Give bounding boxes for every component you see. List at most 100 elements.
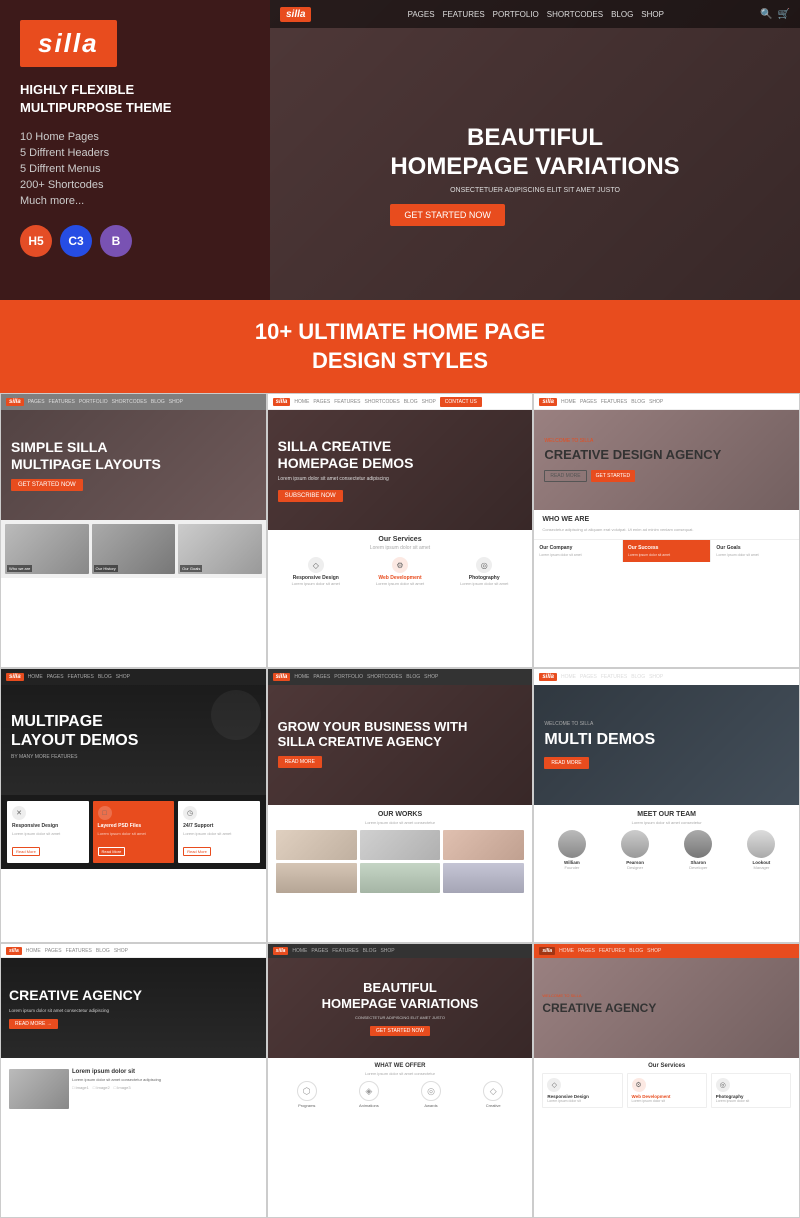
nav-link-shop[interactable]: SHOP <box>641 10 664 19</box>
red-banner: 10+ ULTIMATE HOME PAGE DESIGN STYLES <box>0 300 800 393</box>
card2-cta[interactable]: SUBSCRIBE NOW <box>278 490 343 502</box>
card4-card-btn-2[interactable]: Read More <box>98 847 126 856</box>
card3-bottom-company: Our Company Lorem ipsum dolor sit amet <box>534 540 623 562</box>
service-icon-2: ⚙ <box>392 557 408 573</box>
search-icon[interactable]: 🔍 <box>760 9 772 20</box>
demo-card-9[interactable]: silla HOME PAGES FEATURES BLOG SHOP WELC… <box>533 943 800 1218</box>
card9-welcome: WELCOME TO SILLA <box>542 993 791 998</box>
card3-title: CREATIVE DESIGN AGENCY <box>544 447 789 463</box>
card6-cta[interactable]: READ MORE <box>544 757 588 769</box>
banner-text: 10+ ULTIMATE HOME PAGE DESIGN STYLES <box>0 318 800 375</box>
card5-cta[interactable]: READ MORE <box>278 756 322 768</box>
card4-nav-links: HOME PAGES FEATURES BLOG SHOP <box>28 674 130 680</box>
feature-item: 200+ Shortcodes <box>20 177 250 193</box>
card4-card-2: □ Layered PSD Files Lorem ipsum dolor si… <box>93 801 175 863</box>
card9-service-3: ◎ Photography Lorem ipsum dolor sit <box>711 1073 791 1108</box>
card1-thumb-1: Who we are <box>5 524 89 574</box>
card3-start-btn[interactable]: GET STARTED <box>591 470 635 482</box>
team-role-1: Founder <box>542 865 601 870</box>
card7-nav: silla HOME PAGES FEATURES BLOG SHOP <box>1 944 266 958</box>
card7-cta[interactable]: READ MORE → <box>9 1019 58 1029</box>
demo-card-6[interactable]: silla HOME PAGES FEATURES BLOG SHOP WELC… <box>533 668 800 943</box>
card4-card-title-1: Responsive Design <box>12 823 84 829</box>
service-item-1: ◇ Responsive Design Lorem ipsum dolor si… <box>276 557 356 586</box>
offer-icon-label-4: Creative <box>483 1103 503 1108</box>
card8-offer: WHAT WE OFFER Lorem ipsum dolor sit amet… <box>268 1058 533 1113</box>
card1-logo: silla <box>6 398 24 406</box>
demo-card-4[interactable]: silla HOME PAGES FEATURES BLOG SHOP MULT… <box>0 668 267 943</box>
nav-link-features[interactable]: FEATURES <box>443 10 485 19</box>
card7-title: CREATIVE AGENCY <box>9 987 258 1004</box>
card3-nav: silla HOME PAGES FEATURES BLOG SHOP <box>534 394 799 410</box>
demos-grid-row2: silla HOME PAGES FEATURES BLOG SHOP MULT… <box>0 668 800 943</box>
card3-bottom-goals-desc: Lorem ipsum dolor sit amet <box>716 553 794 557</box>
card9-service-icon-1: ◇ <box>547 1078 561 1092</box>
feature-item: 5 Diffrent Headers <box>20 145 250 161</box>
demo-card-8[interactable]: silla HOME PAGES FEATURES BLOG SHOP BEAU… <box>267 943 534 1218</box>
card7-couple-content: Lorem ipsum dolor sit Lorem ipsum dolor … <box>72 1069 161 1109</box>
nav-link-pages[interactable]: PAGES <box>408 10 435 19</box>
service-item-2: ⚙ Web Development Lorem ipsum dolor sit … <box>360 557 440 586</box>
card3-bottom-goals: Our Goals Lorem ipsum dolor sit amet <box>711 540 799 562</box>
card9-service-desc-2: Lorem ipsum dolor sit <box>632 1099 702 1103</box>
team-role-4: Manager <box>732 865 791 870</box>
card4-card-btn-1[interactable]: Read More <box>12 847 40 856</box>
card3-bottom-success: Our Success Lorem ipsum dolor sit amet <box>623 540 712 562</box>
logo-box[interactable]: silla <box>20 20 117 67</box>
card6-team-title: MEET OUR TEAM <box>542 811 791 818</box>
card3-bottom: Our Company Lorem ipsum dolor sit amet O… <box>534 540 799 562</box>
feature-item: 10 Home Pages <box>20 129 250 145</box>
card4-card-desc-2: Lorem ipsum dolor sit amet <box>98 831 170 836</box>
card3-welcome: WELCOME TO SILLA <box>544 438 789 444</box>
card7-nav-links: HOME PAGES FEATURES BLOG SHOP <box>26 948 128 954</box>
card6-nav: silla HOME PAGES FEATURES BLOG SHOP <box>534 669 799 685</box>
team-member-4: Lookout Manager <box>732 830 791 870</box>
card5-nav-links: HOME PAGES PORTFOLIO SHORTCODES BLOG SHO… <box>294 674 438 680</box>
card9-title: CREATIVE AGENCY <box>542 1001 791 1015</box>
tech-badges: H5 C3 B <box>20 225 250 257</box>
card8-hero: BEAUTIFUL HOMEPAGE VARIATIONS CONSECTETU… <box>268 958 533 1058</box>
card9-hero: WELCOME TO SILLA CREATIVE AGENCY <box>534 958 799 1058</box>
service-desc-2: Lorem ipsum dolor sit amet <box>360 581 440 586</box>
card6-hero: WELCOME TO SILLA MULTI DEMOS READ MORE <box>534 685 799 805</box>
card3-read-btn[interactable]: READ MORE <box>544 470 586 482</box>
demo-card-7[interactable]: silla HOME PAGES FEATURES BLOG SHOP CREA… <box>0 943 267 1218</box>
card5-works-title: OUR WORKS <box>276 811 525 818</box>
demo-card-5[interactable]: silla HOME PAGES PORTFOLIO SHORTCODES BL… <box>267 668 534 943</box>
demo-card-1[interactable]: silla PAGES FEATURES PORTFOLIO SHORTCODE… <box>0 393 267 668</box>
demo-card-3[interactable]: silla HOME PAGES FEATURES BLOG SHOP WELC… <box>533 393 800 668</box>
card1-title: SIMPLE SILLA MULTIPAGE LAYOUTS <box>11 439 256 473</box>
card7-couple-text: Lorem ipsum dolor sit amet consectetur a… <box>72 1077 161 1082</box>
card5-works: OUR WORKS Lorem ipsum dolor sit amet con… <box>268 805 533 899</box>
card6-team-row: William Founder Pearson Designer Sharon … <box>542 830 791 870</box>
card8-offer-sub: Lorem ipsum dolor sit amet consectetur <box>276 1071 525 1076</box>
team-member-2: Pearson Designer <box>606 830 665 870</box>
work-thumb-5 <box>360 863 441 893</box>
card4-card-btn-3[interactable]: Read More <box>183 847 211 856</box>
card2-title: SILLA CREATIVE HOMEPAGE DEMOS <box>278 438 523 472</box>
card3-hero: WELCOME TO SILLA CREATIVE DESIGN AGENCY … <box>534 410 799 510</box>
hero-cta-button[interactable]: GET STARTED NOW <box>390 204 505 226</box>
card4-card-title-3: 24/7 Support <box>183 823 255 829</box>
card9-logo: silla <box>539 947 555 955</box>
demo-card-2[interactable]: silla HOME PAGES FEATURES SHORTCODES BLO… <box>267 393 534 668</box>
hero-subtitle: ONSECTETUER ADIPISCING ELIT SIT AMET JUS… <box>390 187 679 194</box>
nav-link-portfolio[interactable]: PORTFOLIO <box>493 10 539 19</box>
logo-text: silla <box>38 28 99 58</box>
card7-couple-thumb <box>9 1069 69 1109</box>
card4-bottom-cards: ✕ Responsive Design Lorem ipsum dolor si… <box>1 795 266 869</box>
feature-item: 5 Diffrent Menus <box>20 161 250 177</box>
team-avatar-4 <box>747 830 775 858</box>
team-member-1: William Founder <box>542 830 601 870</box>
nav-link-shortcodes[interactable]: SHORTCODES <box>547 10 603 19</box>
card1-cta[interactable]: GET STARTED NOW <box>11 479 83 491</box>
nav-link-blog[interactable]: BLOG <box>611 10 633 19</box>
card3-bottom-goals-title: Our Goals <box>716 545 794 551</box>
card8-cta[interactable]: GET STARTED NOW <box>370 1026 430 1036</box>
cart-icon[interactable]: 🛒 <box>778 9 790 20</box>
card2-nav-btn[interactable]: CONTACT US <box>440 397 482 407</box>
hero-bg: silla PAGES FEATURES PORTFOLIO SHORTCODE… <box>270 0 800 300</box>
tagline: HIGHLY FLEXIBLE MULTIPURPOSE THEME <box>20 81 250 117</box>
card9-service-icon-2: ⚙ <box>632 1078 646 1092</box>
offer-icon-label-3: Awards <box>421 1103 441 1108</box>
